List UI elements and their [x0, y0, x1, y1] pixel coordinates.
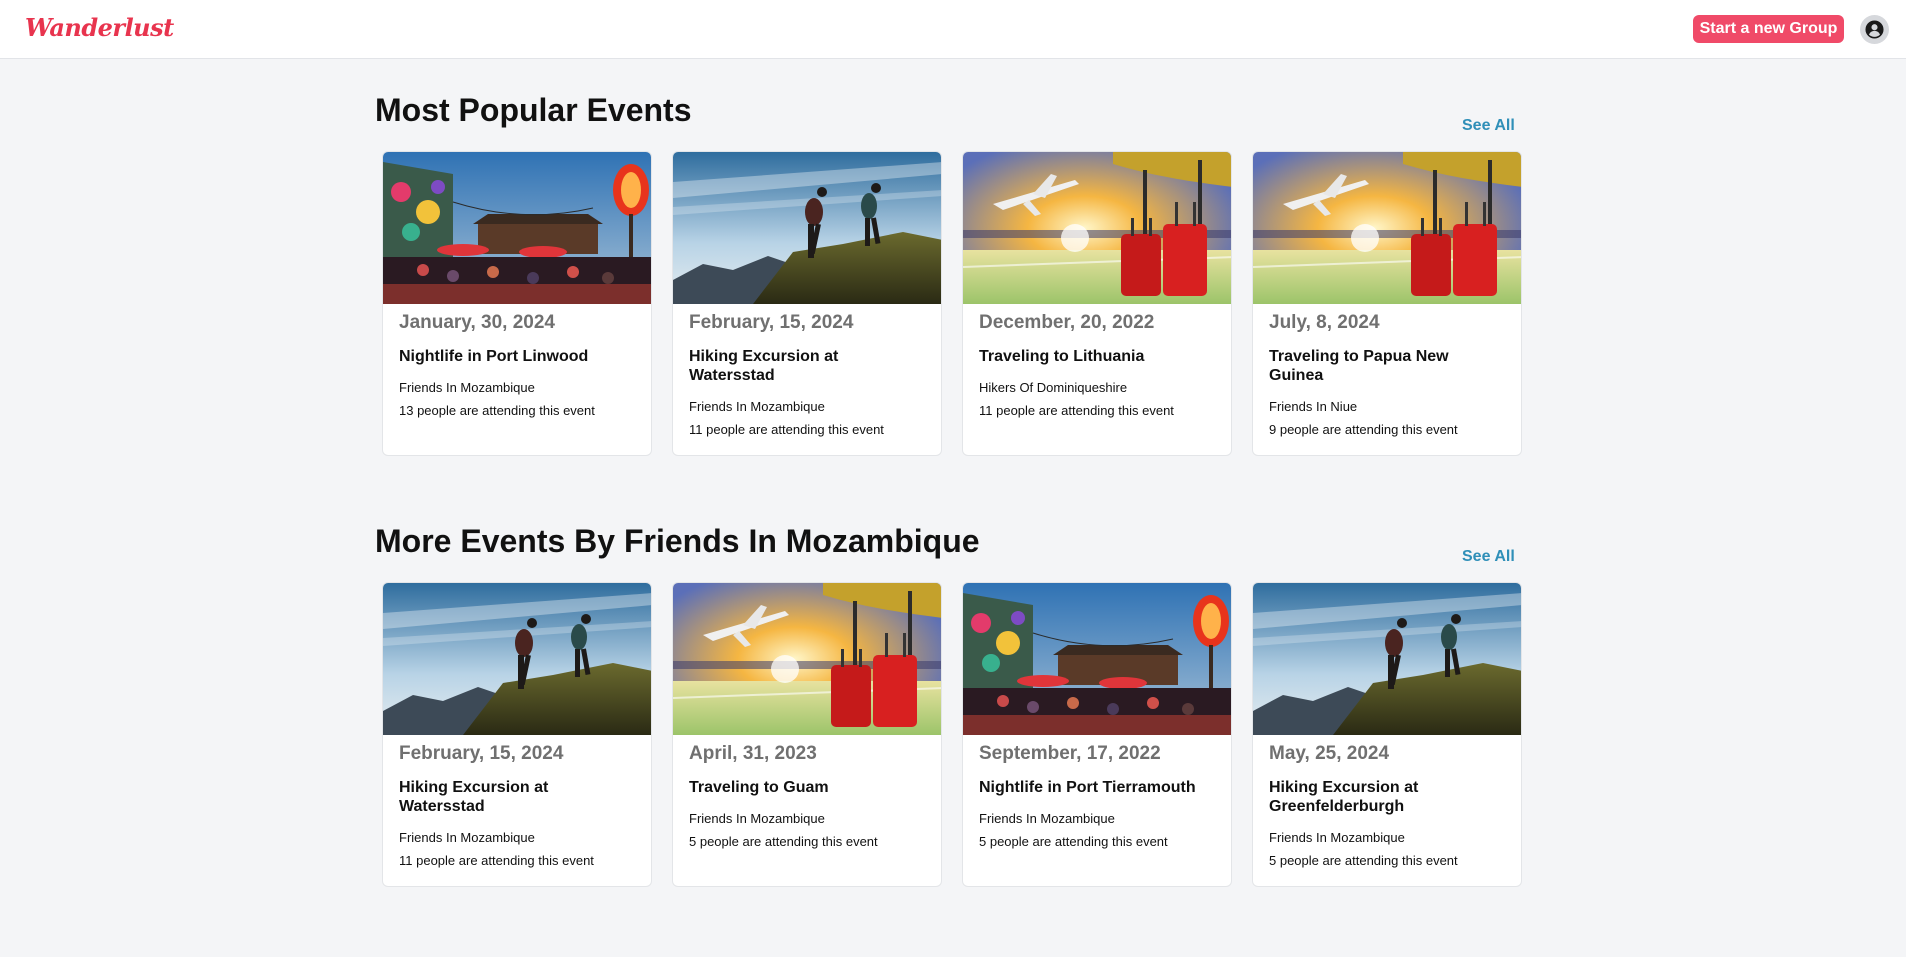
event-group: Friends In Mozambique: [399, 830, 535, 845]
event-attendance: 9 people are attending this event: [1269, 422, 1458, 437]
event-image: [1253, 583, 1521, 735]
event-date: July, 8, 2024: [1269, 312, 1380, 333]
event-title: Hiking Excursion at Greenfelderburgh: [1269, 779, 1419, 815]
nightlife-photo: [383, 152, 651, 304]
event-group: Friends In Mozambique: [979, 811, 1115, 826]
event-card[interactable]: February, 15, 2024 Hiking Excursion at Wa…: [382, 582, 652, 887]
event-image: [383, 152, 651, 304]
event-group: Friends In Mozambique: [399, 380, 535, 395]
event-title: Traveling to Guam: [689, 779, 829, 796]
hiking-photo: [1253, 583, 1521, 735]
event-title: Nightlife in Port Tierramouth: [979, 779, 1196, 796]
travel-photo: [673, 583, 941, 735]
event-group: Friends In Mozambique: [1269, 830, 1405, 845]
event-title: Hiking Excursion at Watersstad: [689, 348, 839, 384]
profile-menu-button[interactable]: [1860, 15, 1889, 44]
top-nav: Wanderlust Start a new Group: [0, 0, 1906, 59]
event-attendance: 5 people are attending this event: [689, 834, 878, 849]
event-card-list: January, 30, 2024 Nightlife in Port Linwo…: [382, 151, 1522, 456]
event-card[interactable]: January, 30, 2024 Nightlife in Port Linwo…: [382, 151, 652, 456]
event-card[interactable]: July, 8, 2024 Traveling to Papua New Guin…: [1252, 151, 1522, 456]
event-date: February, 15, 2024: [399, 743, 564, 764]
event-group: Friends In Mozambique: [689, 811, 825, 826]
event-attendance: 5 people are attending this event: [1269, 853, 1458, 868]
wanderlust-logo[interactable]: Wanderlust: [25, 13, 174, 42]
event-card[interactable]: April, 31, 2023 Traveling to Guam Friends …: [672, 582, 942, 887]
nightlife-photo: [963, 583, 1231, 735]
section-title: More Events By Friends In Mozambique: [375, 523, 980, 559]
event-attendance: 11 people are attending this event: [399, 853, 594, 868]
event-card[interactable]: February, 15, 2024 Hiking Excursion at Wa…: [672, 151, 942, 456]
group-events-section: More Events By Friends In Mozambique See…: [375, 523, 1525, 893]
event-date: January, 30, 2024: [399, 312, 555, 333]
event-card[interactable]: September, 17, 2022 Nightlife in Port Tie…: [962, 582, 1232, 887]
travel-photo: [1253, 152, 1521, 304]
event-attendance: 11 people are attending this event: [979, 403, 1174, 418]
event-date: April, 31, 2023: [689, 743, 817, 764]
hiking-photo: [673, 152, 941, 304]
event-image: [1253, 152, 1521, 304]
event-title: Nightlife in Port Linwood: [399, 348, 589, 365]
travel-photo: [963, 152, 1231, 304]
event-date: February, 15, 2024: [689, 312, 854, 333]
event-attendance: 5 people are attending this event: [979, 834, 1168, 849]
event-group: Friends In Niue: [1269, 399, 1358, 414]
event-date: September, 17, 2022: [979, 743, 1161, 764]
event-image: [673, 583, 941, 735]
event-card[interactable]: May, 25, 2024 Hiking Excursion at Greenfe…: [1252, 582, 1522, 887]
see-all-link[interactable]: See All: [1462, 117, 1515, 135]
event-image: [963, 583, 1231, 735]
event-attendance: 11 people are attending this event: [689, 422, 884, 437]
event-title: Traveling to Lithuania: [979, 348, 1145, 365]
event-date: December, 20, 2022: [979, 312, 1155, 333]
user-avatar-icon: [1865, 20, 1884, 39]
event-group: Hikers Of Dominiqueshire: [979, 380, 1128, 395]
event-group: Friends In Mozambique: [689, 399, 825, 414]
see-all-link[interactable]: See All: [1462, 548, 1515, 566]
event-image: [673, 152, 941, 304]
popular-events-section: Most Popular Events See All January, 30,…: [375, 92, 1525, 462]
start-new-group-button[interactable]: Start a new Group: [1693, 15, 1844, 43]
event-title: Hiking Excursion at Watersstad: [399, 779, 549, 815]
event-attendance: 13 people are attending this event: [399, 403, 595, 418]
event-card-list: February, 15, 2024 Hiking Excursion at Wa…: [382, 582, 1522, 887]
event-date: May, 25, 2024: [1269, 743, 1390, 764]
section-title: Most Popular Events: [375, 92, 692, 128]
event-image: [963, 152, 1231, 304]
hiking-photo: [383, 583, 651, 735]
event-image: [383, 583, 651, 735]
event-title: Traveling to Papua New Guinea: [1269, 348, 1449, 384]
event-card[interactable]: December, 20, 2022 Traveling to Lithuania…: [962, 151, 1232, 456]
